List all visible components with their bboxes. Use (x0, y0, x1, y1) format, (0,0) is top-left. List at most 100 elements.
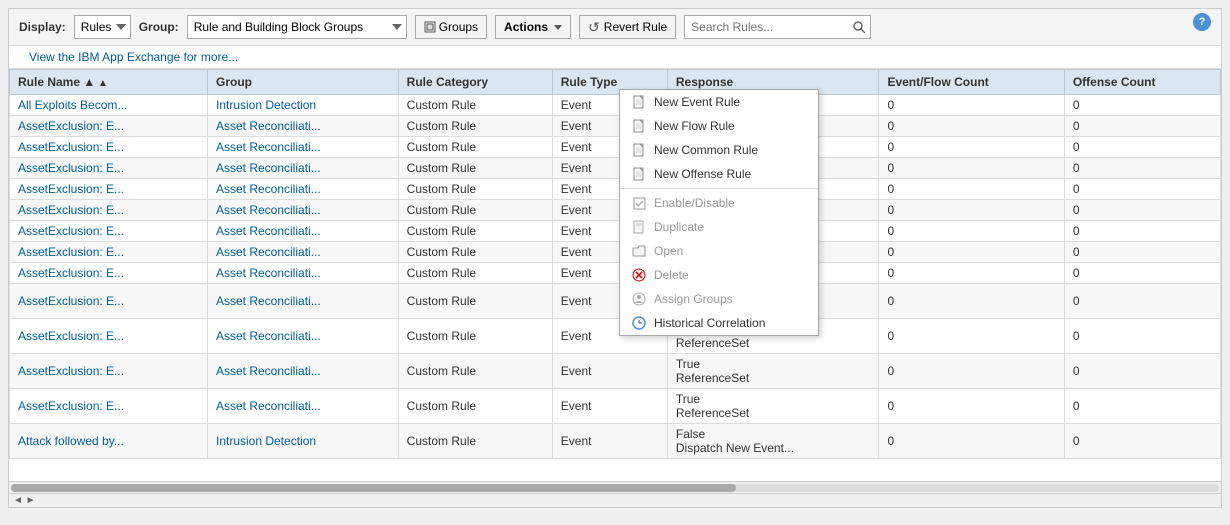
help-icon[interactable]: ? (1193, 13, 1211, 31)
menu-item-label-assign-groups: Assign Groups (654, 292, 733, 306)
delete-icon (632, 268, 646, 282)
table-cell: 0 (1064, 200, 1220, 221)
table-cell: AssetExclusion: E... (10, 242, 208, 263)
table-cell: Custom Rule (398, 179, 552, 200)
col-group[interactable]: Group (207, 70, 398, 95)
table-row[interactable]: AssetExclusion: E...Asset Reconciliati..… (10, 389, 1221, 424)
menu-item-assign-groups: Assign Groups (620, 287, 818, 311)
table-row[interactable]: AssetExclusion: E...Asset Reconciliati..… (10, 158, 1221, 179)
scrollbar-thumb (11, 484, 736, 492)
ibm-exchange-link[interactable]: View the IBM App Exchange for more... (19, 48, 248, 66)
doc-icon (632, 143, 646, 157)
menu-item-historical-correlation[interactable]: Historical Correlation (620, 311, 818, 335)
group-dropdown[interactable]: Rule and Building Block Groups (187, 15, 407, 39)
scrollbar-track (11, 484, 1219, 492)
table-cell: Event (552, 354, 667, 389)
table-cell: 0 (1064, 179, 1220, 200)
table-cell: Custom Rule (398, 424, 552, 459)
table-cell: Custom Rule (398, 116, 552, 137)
table-cell: Asset Reconciliati... (207, 158, 398, 179)
col-rule-category[interactable]: Rule Category (398, 70, 552, 95)
table-row[interactable]: AssetExclusion: E...Asset Reconciliati..… (10, 221, 1221, 242)
group-label: Group: (139, 20, 179, 34)
table-cell: Intrusion Detection (207, 95, 398, 116)
table-row[interactable]: AssetExclusion: E...Asset Reconciliati..… (10, 354, 1221, 389)
menu-item-label-new-event-rule: New Event Rule (654, 95, 740, 109)
groups-icon (424, 21, 436, 33)
table-row[interactable]: All Exploits Becom...Intrusion Detection… (10, 95, 1221, 116)
table-cell: AssetExclusion: E... (10, 200, 208, 221)
col-offense-count[interactable]: Offense Count (1064, 70, 1220, 95)
folder-icon (632, 244, 646, 258)
table-cell: Asset Reconciliati... (207, 354, 398, 389)
menu-item-label-new-common-rule: New Common Rule (654, 143, 758, 157)
doc-icon (632, 95, 646, 109)
table-cell: 0 (879, 137, 1064, 158)
table-cell: 0 (1064, 284, 1220, 319)
table-cell: Asset Reconciliati... (207, 389, 398, 424)
table-cell: 0 (879, 95, 1064, 116)
menu-item-label-open: Open (654, 244, 683, 258)
col-rule-name[interactable]: Rule Name ▲ (10, 70, 208, 95)
table-cell: AssetExclusion: E... (10, 319, 208, 354)
table-row[interactable]: AssetExclusion: E...Asset Reconciliati..… (10, 200, 1221, 221)
table-cell: 0 (1064, 95, 1220, 116)
search-input[interactable] (684, 15, 871, 39)
table-cell: Asset Reconciliati... (207, 284, 398, 319)
table-cell: Asset Reconciliati... (207, 179, 398, 200)
table-row[interactable]: AssetExclusion: E...Asset Reconciliati..… (10, 179, 1221, 200)
page-icon (632, 220, 646, 234)
menu-item-label-new-flow-rule: New Flow Rule (654, 119, 735, 133)
table-row[interactable]: AssetExclusion: E...Asset Reconciliati..… (10, 284, 1221, 319)
menu-item-label-delete: Delete (654, 268, 689, 282)
horizontal-scrollbar[interactable] (9, 481, 1221, 493)
table-row[interactable]: AssetExclusion: E...Asset Reconciliati..… (10, 116, 1221, 137)
table-row[interactable]: AssetExclusion: E...Asset Reconciliati..… (10, 263, 1221, 284)
table-row[interactable]: AssetExclusion: E...Asset Reconciliati..… (10, 319, 1221, 354)
display-select[interactable]: Rules (74, 15, 131, 39)
rules-table: Rule Name ▲ Group Rule Category Rule Typ… (9, 69, 1221, 459)
table-cell: AssetExclusion: E... (10, 158, 208, 179)
main-container: ? Display: Rules Group: Rule and Buildin… (8, 8, 1222, 508)
table-cell: Event (552, 389, 667, 424)
table-cell: All Exploits Becom... (10, 95, 208, 116)
table-cell: Custom Rule (398, 242, 552, 263)
table-row[interactable]: AssetExclusion: E...Asset Reconciliati..… (10, 242, 1221, 263)
menu-item-new-offense-rule[interactable]: New Offense Rule (620, 162, 818, 186)
checkbox-icon (632, 196, 646, 210)
actions-button[interactable]: Actions (495, 15, 571, 39)
table-cell: 0 (1064, 424, 1220, 459)
table-row[interactable]: AssetExclusion: E...Asset Reconciliati..… (10, 137, 1221, 158)
search-wrapper (684, 15, 871, 39)
menu-item-label-new-offense-rule: New Offense Rule (654, 167, 751, 181)
table-cell: 0 (1064, 389, 1220, 424)
table-cell: 0 (1064, 319, 1220, 354)
menu-item-enable-disable: Enable/Disable (620, 191, 818, 215)
table-cell: 0 (1064, 116, 1220, 137)
table-cell: Asset Reconciliati... (207, 242, 398, 263)
table-cell: Asset Reconciliati... (207, 221, 398, 242)
table-row[interactable]: Attack followed by...Intrusion Detection… (10, 424, 1221, 459)
col-event-flow-count[interactable]: Event/Flow Count (879, 70, 1064, 95)
revert-button[interactable]: ↺ Revert Rule (579, 15, 676, 39)
table-cell: 0 (879, 200, 1064, 221)
menu-item-delete: Delete (620, 263, 818, 287)
table-cell: Asset Reconciliati... (207, 263, 398, 284)
table-cell: Custom Rule (398, 137, 552, 158)
menu-item-new-flow-rule[interactable]: New Flow Rule (620, 114, 818, 138)
table-cell: 0 (1064, 158, 1220, 179)
table-cell: 0 (879, 319, 1064, 354)
table-cell: 0 (879, 263, 1064, 284)
hist-icon (632, 316, 646, 330)
table-cell: 0 (1064, 221, 1220, 242)
menu-item-open: Open (620, 239, 818, 263)
table-cell: 0 (1064, 137, 1220, 158)
table-cell: FalseDispatch New Event... (667, 424, 879, 459)
table-cell: 0 (879, 116, 1064, 137)
groups-button[interactable]: Groups (415, 15, 487, 39)
menu-item-new-event-rule[interactable]: New Event Rule (620, 90, 818, 114)
table-cell: AssetExclusion: E... (10, 284, 208, 319)
menu-item-new-common-rule[interactable]: New Common Rule (620, 138, 818, 162)
table-cell: AssetExclusion: E... (10, 116, 208, 137)
table-cell: 0 (1064, 263, 1220, 284)
